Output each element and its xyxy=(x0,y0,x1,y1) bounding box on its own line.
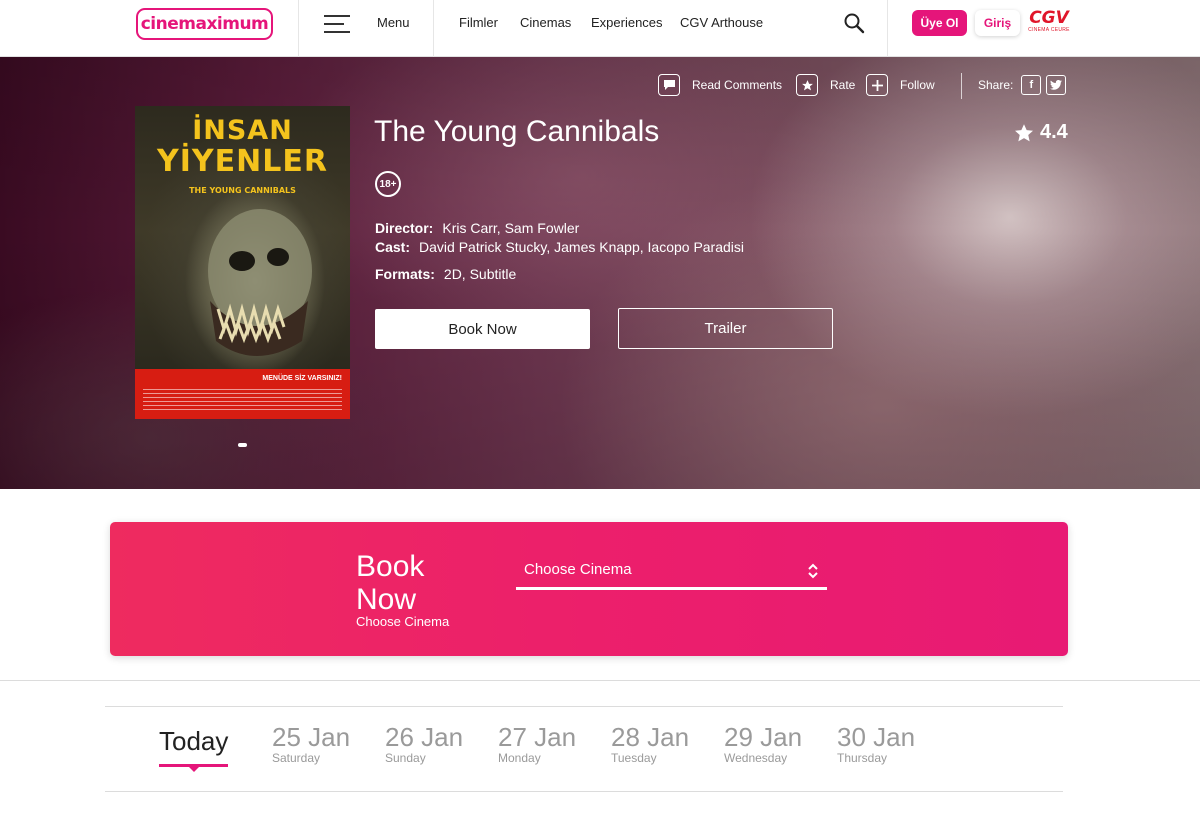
facebook-icon[interactable]: f xyxy=(1021,75,1042,95)
read-comments-action[interactable]: Read Comments xyxy=(658,73,782,97)
date-tab[interactable]: 28 Jan Tuesday xyxy=(611,722,689,764)
nav-filmler[interactable]: Filmler xyxy=(459,15,498,30)
date-tab-day: Saturday xyxy=(272,751,321,765)
search-icon[interactable] xyxy=(843,12,865,34)
register-button[interactable]: Üye Ol xyxy=(912,10,967,36)
date-tab[interactable]: 27 Jan Monday xyxy=(498,722,576,764)
date-tab-date: 26 Jan xyxy=(385,722,464,752)
movie-poster[interactable]: İNSAN YİYENLER THE YOUNG CANNIBALS MENÜD… xyxy=(135,106,350,419)
poster-title-line1: İNSAN xyxy=(192,115,293,146)
twitter-icon[interactable] xyxy=(1046,75,1067,95)
date-tab-date: 28 Jan xyxy=(611,722,690,752)
share-label: Share: xyxy=(978,78,1014,92)
date-tab-date: 29 Jan xyxy=(724,722,803,752)
date-strip-bottom-border xyxy=(105,791,1063,792)
creature-illustration xyxy=(208,209,312,356)
share-divider xyxy=(961,73,962,99)
cgv-logo-text: CGV xyxy=(1029,8,1069,28)
cast-value: David Patrick Stucky, James Knapp, Iacop… xyxy=(419,239,745,255)
rate-action[interactable]: Rate xyxy=(796,73,855,97)
date-tab[interactable]: 29 Jan Wednesday xyxy=(724,722,802,764)
booking-title: Book Now xyxy=(356,550,425,616)
rating-value: 4.4 xyxy=(1040,121,1068,143)
date-tab-day: Tuesday xyxy=(611,751,657,765)
cgv-logo-subtext: CINEMA CEURE xyxy=(1028,27,1070,33)
date-tab-date: 25 Jan xyxy=(272,722,351,752)
director-label: Director: xyxy=(375,220,434,236)
active-tab-caret xyxy=(188,766,200,772)
poster-subtitle: THE YOUNG CANNIBALS xyxy=(189,186,296,195)
logo-text: cinemaximum xyxy=(140,14,269,34)
poster-footer: MENÜDE SİZ VARSINIZ! xyxy=(135,369,350,419)
header-divider xyxy=(298,0,299,57)
trailer-button[interactable]: Trailer xyxy=(618,308,833,349)
share-group: Share: f xyxy=(978,73,1067,97)
date-strip-top-border xyxy=(105,706,1063,707)
cast-label: Cast: xyxy=(375,239,411,255)
read-comments-label: Read Comments xyxy=(692,78,783,92)
director-value: Kris Carr, Sam Fowler xyxy=(442,220,580,236)
movie-title: The Young Cannibals xyxy=(374,115,660,148)
choose-cinema-value: Choose Cinema xyxy=(524,561,632,578)
formats-line: Formats: 2D, Subtitle xyxy=(375,266,516,282)
poster-title-line2: YİYENLER xyxy=(157,144,328,179)
poster-credits xyxy=(143,389,342,411)
date-tab-day: Sunday xyxy=(385,751,426,765)
movie-hero: Read Comments Rate Follow Share: f İNSAN… xyxy=(0,57,1200,489)
section-divider xyxy=(0,680,1200,681)
slider-dot[interactable] xyxy=(238,443,247,447)
rate-label: Rate xyxy=(830,78,856,92)
star-icon xyxy=(796,74,818,96)
select-arrows-icon xyxy=(808,563,818,579)
star-icon xyxy=(1015,123,1033,141)
choose-cinema-select[interactable]: Choose Cinema xyxy=(516,552,827,590)
nav-cinemas[interactable]: Cinemas xyxy=(520,15,571,30)
login-button[interactable]: Giriş xyxy=(975,10,1020,36)
director-line: Director: Kris Carr, Sam Fowler xyxy=(375,220,579,236)
book-now-button[interactable]: Book Now xyxy=(375,309,590,349)
booking-panel: Book Now Choose Cinema Choose Cinema xyxy=(110,522,1068,656)
date-tab[interactable]: 30 Jan Thursday xyxy=(837,722,915,764)
date-tab-day: Thursday xyxy=(837,751,888,765)
age-rating-badge: 18+ xyxy=(375,171,401,197)
menu-link[interactable]: Menu xyxy=(377,15,410,30)
date-tab-date: 27 Jan xyxy=(498,722,577,752)
site-header: cinemaximum Menu Filmler Cinemas Experie… xyxy=(0,0,1200,57)
nav-experiences[interactable]: Experiences xyxy=(591,15,663,30)
nav-cgv-arthouse[interactable]: CGV Arthouse xyxy=(680,15,763,30)
booking-subtitle: Choose Cinema xyxy=(356,614,450,629)
formats-value: 2D, Subtitle xyxy=(443,266,517,282)
follow-action[interactable]: Follow xyxy=(866,73,935,97)
date-tab-day: Wednesday xyxy=(724,751,788,765)
header-divider xyxy=(433,0,434,57)
cgv-logo[interactable]: CGV CINEMA CEURE xyxy=(1028,9,1070,39)
rating: 4.4 xyxy=(1014,121,1068,144)
date-tab-today[interactable]: Today xyxy=(159,726,228,757)
header-divider xyxy=(887,0,888,57)
hamburger-icon[interactable] xyxy=(324,14,352,34)
date-tab-day: Monday xyxy=(498,751,541,765)
date-tab[interactable]: 25 Jan Saturday xyxy=(272,722,350,764)
plus-icon xyxy=(866,74,888,96)
poster-tagline: MENÜDE SİZ VARSINIZ! xyxy=(262,375,342,382)
date-tab-date: 30 Jan xyxy=(837,722,916,752)
cinemaximum-logo[interactable]: cinemaximum xyxy=(136,8,273,40)
follow-label: Follow xyxy=(900,78,935,92)
cast-line: Cast: David Patrick Stucky, James Knapp, … xyxy=(375,239,744,255)
formats-label: Formats: xyxy=(375,266,435,282)
date-tab[interactable]: 26 Jan Sunday xyxy=(385,722,463,764)
comment-icon xyxy=(658,74,680,96)
